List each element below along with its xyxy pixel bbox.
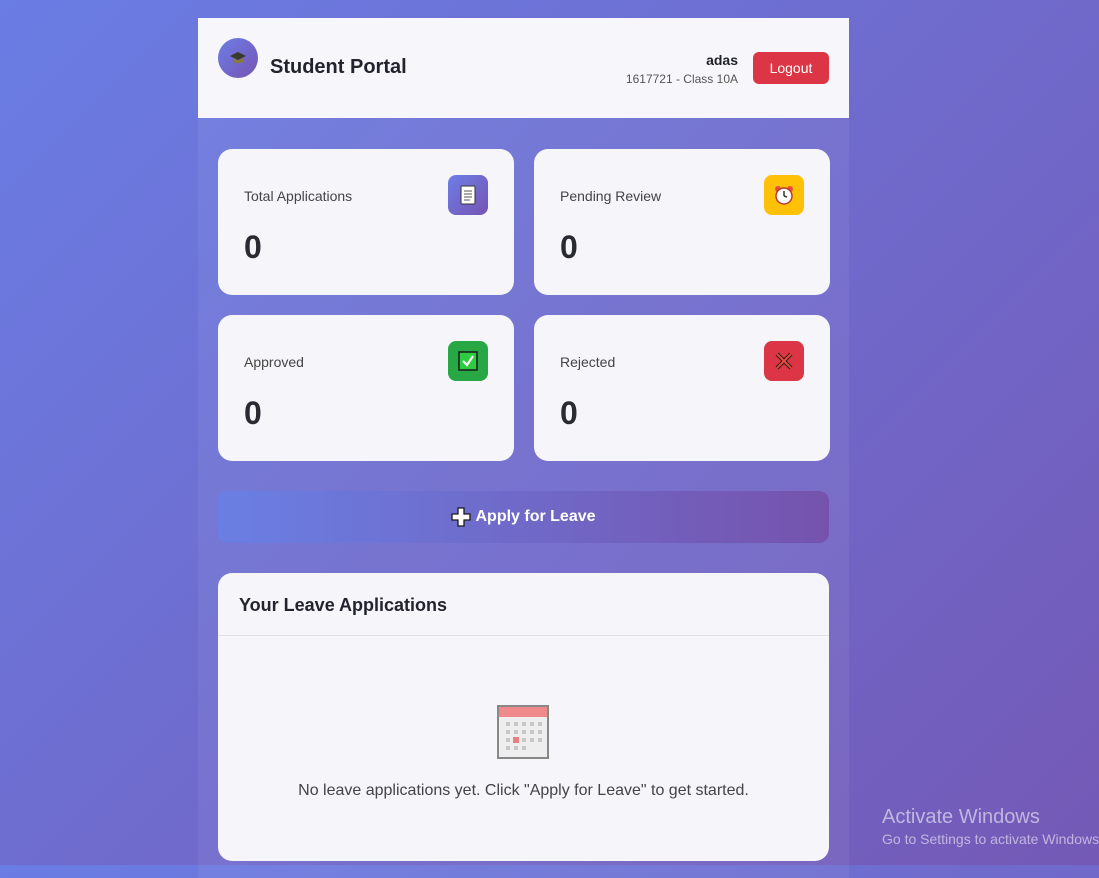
graduation-cap-icon <box>230 52 246 64</box>
portal-container: Student Portal adas 1617721 - Class 10A … <box>198 18 849 878</box>
stat-card-pending: Pending Review 0 <box>534 149 830 295</box>
stat-label: Total Applications <box>244 188 353 204</box>
cross-icon <box>775 352 793 370</box>
panel-title: Your Leave Applications <box>239 595 448 615</box>
stat-value: 0 <box>244 395 262 431</box>
stat-value: 0 <box>560 395 578 431</box>
portal-header: Student Portal adas 1617721 - Class 10A … <box>198 18 849 118</box>
panel-divider <box>218 635 829 636</box>
stat-label: Rejected <box>560 354 616 370</box>
plus-icon <box>451 507 472 527</box>
empty-state-icon-wrapper <box>497 705 549 764</box>
check-box-icon <box>458 351 478 371</box>
alarm-clock-icon <box>775 186 793 205</box>
stat-label: Approved <box>244 354 304 370</box>
portal-logo <box>218 38 258 78</box>
page-title: Student Portal <box>270 56 407 78</box>
stat-card-rejected: Rejected 0 <box>534 315 830 461</box>
activate-windows-title: Activate Windows <box>882 806 1040 828</box>
stat-icon-box <box>764 175 804 215</box>
apply-for-leave-button[interactable]: Apply for Leave <box>218 491 829 543</box>
leave-applications-panel: Your Leave Applications No leave applica… <box>218 573 829 861</box>
stat-icon-box <box>448 341 488 381</box>
stat-card-approved: Approved 0 <box>218 315 514 461</box>
stat-icon-box <box>448 175 488 215</box>
stat-value: 0 <box>244 229 262 265</box>
logout-button[interactable]: Logout <box>753 52 829 84</box>
stat-value: 0 <box>560 229 578 265</box>
apply-button-label: Apply for Leave <box>475 508 596 525</box>
empty-state-message: No leave applications yet. Click "Apply … <box>298 782 749 799</box>
document-icon <box>460 185 476 205</box>
stat-icon-box <box>764 341 804 381</box>
calendar-icon <box>497 705 549 759</box>
stat-label: Pending Review <box>560 188 662 204</box>
user-name: adas <box>706 52 738 68</box>
activate-windows-subtitle: Go to Settings to activate Windows. <box>882 831 1099 847</box>
user-id-class: 1617721 - Class 10A <box>625 72 738 86</box>
stat-card-total: Total Applications 0 <box>218 149 514 295</box>
